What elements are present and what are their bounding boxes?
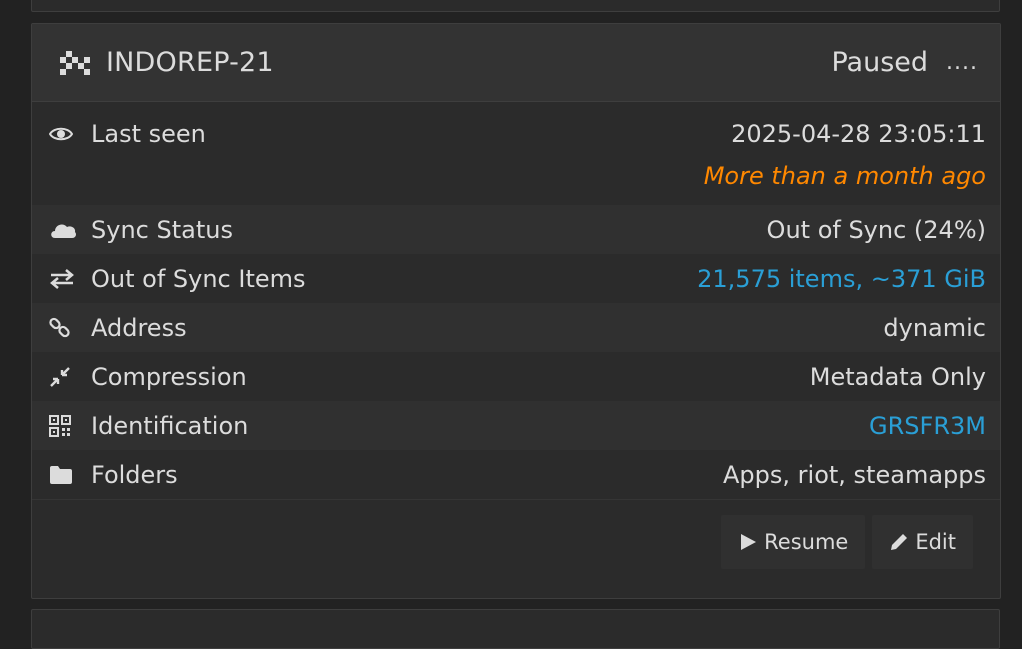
device-panel-footer: Resume Edit (32, 499, 1000, 583)
device-details: Last seen 2025-04-28 23:05:11 More than … (32, 102, 1000, 499)
last-seen-note: More than a month ago (703, 162, 986, 190)
last-seen-value: 2025-04-28 23:05:11 (731, 120, 986, 148)
link-icon (49, 316, 77, 340)
row-compression: Compression Metadata Only (32, 352, 1000, 401)
folder-icon (49, 463, 77, 487)
compress-icon (49, 365, 77, 389)
play-icon (741, 533, 757, 550)
device-identicon-icon (58, 49, 92, 77)
folders-label: Folders (91, 460, 178, 489)
compression-value: Metadata Only (809, 362, 986, 391)
row-sync-status: Sync Status Out of Sync (24%) (32, 205, 1000, 254)
row-address: Address dynamic (32, 303, 1000, 352)
device-state-dots: .... (946, 50, 978, 75)
device-name: INDOREP-21 (106, 47, 274, 78)
row-identification: Identification GRSFR3M (32, 401, 1000, 450)
row-folders: Folders Apps, riot, steamapps (32, 450, 1000, 499)
device-state: Paused (831, 47, 929, 78)
pencil-icon (891, 533, 908, 550)
identification-label: Identification (91, 411, 249, 440)
cloud-icon (49, 218, 77, 242)
sync-status-value: Out of Sync (24%) (766, 215, 986, 244)
sync-status-label: Sync Status (91, 215, 233, 244)
edit-button[interactable]: Edit (872, 514, 973, 569)
folders-value: Apps, riot, steamapps (723, 460, 986, 489)
out-of-sync-items-link[interactable]: 21,575 items, ~371 GiB (697, 265, 986, 293)
previous-device-panel (31, 0, 1000, 12)
edit-label: Edit (915, 529, 956, 554)
resume-button[interactable]: Resume (721, 514, 866, 569)
device-panel-heading[interactable]: INDOREP-21 Paused .... (32, 24, 1000, 102)
row-last-seen: Last seen 2025-04-28 23:05:11 More than … (32, 102, 1000, 205)
address-value: dynamic (883, 313, 986, 342)
out-of-sync-items-label: Out of Sync Items (91, 264, 306, 293)
address-label: Address (91, 313, 187, 342)
device-panel: INDOREP-21 Paused .... Last seen 2025-04… (31, 23, 1001, 599)
next-device-panel (31, 609, 1000, 649)
compression-label: Compression (91, 362, 247, 391)
identification-link[interactable]: GRSFR3M (869, 412, 986, 440)
row-out-of-sync-items: Out of Sync Items 21,575 items, ~371 GiB (32, 254, 1000, 303)
eye-icon (49, 122, 77, 146)
last-seen-label: Last seen (91, 120, 206, 148)
resume-label: Resume (764, 529, 849, 554)
qrcode-icon (49, 414, 77, 438)
exchange-icon (49, 267, 77, 291)
